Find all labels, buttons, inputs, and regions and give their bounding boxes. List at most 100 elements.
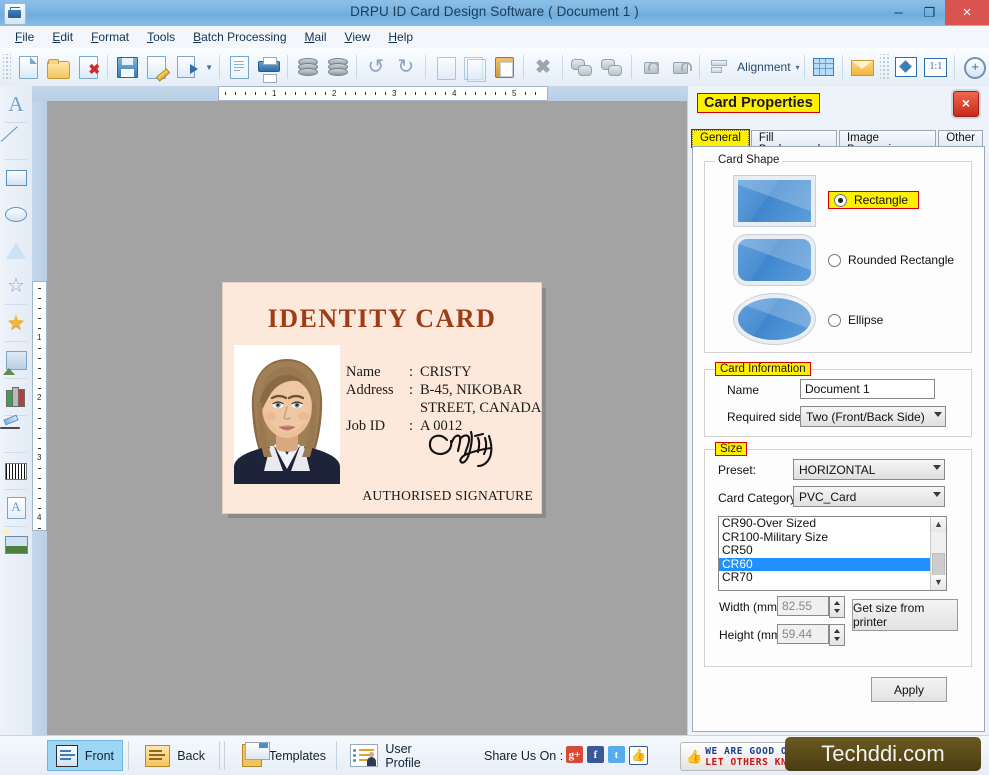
toolbar-grip[interactable] [880, 54, 888, 80]
width-stepper[interactable] [829, 596, 845, 618]
list-item-selected[interactable]: CR60 [719, 558, 946, 572]
twitter-icon[interactable]: t [608, 746, 625, 763]
watermark-tool-icon[interactable]: A [0, 490, 32, 526]
ellipse-radio[interactable] [828, 314, 841, 327]
menu-item-view[interactable]: View [336, 28, 380, 46]
signature-tool-icon[interactable] [0, 416, 32, 452]
page-setup-icon[interactable] [225, 52, 253, 82]
height-input[interactable]: 59.44 [777, 624, 829, 644]
undo-icon[interactable]: ↺ [362, 52, 390, 82]
id-card-preview[interactable]: IDENTITY CARD [222, 282, 542, 514]
rectangle-radio[interactable] [834, 194, 847, 207]
rectangle-radio-row[interactable]: Rectangle [828, 191, 919, 209]
tab-general[interactable]: General [692, 130, 749, 147]
scroll-down-icon[interactable]: ▼ [931, 575, 946, 590]
panel-close-button[interactable]: × [953, 91, 979, 117]
print-icon[interactable] [254, 52, 282, 82]
database-icon[interactable] [293, 52, 321, 82]
design-canvas[interactable]: IDENTITY CARD [47, 101, 688, 736]
background-tool-icon[interactable] [0, 527, 32, 563]
barcode-tool-icon[interactable] [0, 453, 32, 489]
grid-icon[interactable] [809, 52, 837, 82]
card-photo[interactable] [234, 345, 340, 484]
width-input[interactable]: 82.55 [777, 596, 829, 616]
actual-size-icon[interactable]: 1:1 [921, 52, 949, 82]
list-item[interactable]: CR100-Military Size [719, 531, 946, 545]
export-dropdown-arrow-icon[interactable]: ▼ [203, 52, 214, 82]
toolbar-grip[interactable] [3, 54, 11, 80]
rectangle-tool-icon[interactable] [0, 160, 32, 196]
bottom-item-front[interactable]: Front [47, 740, 123, 771]
tab-fill-background[interactable]: Fill Background [751, 130, 837, 147]
list-item[interactable]: CR70 [719, 571, 946, 585]
ellipse-tool-icon[interactable] [0, 196, 32, 232]
library-tool-icon[interactable] [0, 379, 32, 415]
database-table-icon[interactable] [323, 52, 351, 82]
height-stepper[interactable] [829, 624, 845, 646]
google-plus-icon[interactable]: g+ [566, 746, 583, 763]
menu-item-help[interactable]: Help [379, 28, 422, 46]
ungroup-icon[interactable] [598, 52, 626, 82]
chevron-down-icon[interactable] [933, 492, 941, 497]
menu-item-edit[interactable]: Edit [43, 28, 82, 46]
redo-icon[interactable]: ↻ [392, 52, 420, 82]
bottom-item-user-profile[interactable]: User Profile [342, 740, 457, 771]
alignment-label[interactable]: Alignment [734, 60, 793, 74]
list-item[interactable]: CR90-Over Sized [719, 517, 946, 531]
rectangle-shape-preview[interactable] [738, 180, 811, 222]
bottom-item-back[interactable]: Back [137, 740, 213, 771]
ellipse-radio-row[interactable]: Ellipse [828, 313, 883, 327]
fit-to-window-icon[interactable] [892, 52, 920, 82]
alignment-dropdown-icon[interactable]: ▾ [796, 63, 800, 72]
close-button[interactable]: × [945, 0, 989, 25]
preset-combo[interactable]: HORIZONTAL [793, 459, 945, 480]
save-as-icon[interactable] [143, 52, 171, 82]
new-document-icon[interactable] [14, 52, 42, 82]
facebook-icon[interactable]: f [587, 746, 604, 763]
lock-icon[interactable] [637, 52, 665, 82]
copy-icon[interactable] [460, 52, 488, 82]
delete-icon[interactable]: ✖ [529, 52, 557, 82]
list-item[interactable]: CR50 [719, 544, 946, 558]
rounded-rectangle-radio[interactable] [828, 254, 841, 267]
line-tool-icon[interactable] [0, 123, 32, 159]
card-size-listbox[interactable]: CR90-Over Sized CR100-Military Size CR50… [718, 516, 947, 591]
card-name-input[interactable]: Document 1 [800, 379, 935, 399]
image-tool-icon[interactable] [0, 342, 32, 378]
alignment-icon[interactable] [705, 52, 733, 82]
required-sides-combo[interactable]: Two (Front/Back Side) [800, 406, 946, 427]
triangle-tool-icon[interactable] [0, 232, 32, 268]
menu-item-mail[interactable]: Mail [296, 28, 336, 46]
cut-icon[interactable] [431, 52, 459, 82]
menu-item-format[interactable]: Format [82, 28, 138, 46]
zoom-in-icon[interactable]: + [960, 52, 988, 82]
get-size-from-printer-button[interactable]: Get size from printer [852, 599, 958, 631]
tab-other[interactable]: Other [938, 130, 983, 147]
unlock-icon[interactable] [667, 52, 695, 82]
maximize-button[interactable]: ❐ [914, 0, 945, 25]
apply-button[interactable]: Apply [871, 677, 947, 702]
ellipse-shape-preview[interactable] [738, 298, 811, 340]
export-icon[interactable] [173, 52, 201, 82]
like-icon[interactable]: 👍 [629, 746, 648, 765]
listbox-scrollbar[interactable]: ▲ ▼ [930, 517, 946, 590]
text-tool-icon[interactable]: A [0, 86, 32, 122]
chevron-down-icon[interactable] [933, 465, 941, 470]
card-category-combo[interactable]: PVC_Card [793, 486, 945, 507]
menu-item-tools[interactable]: Tools [138, 28, 184, 46]
signature-image[interactable] [421, 422, 517, 468]
chevron-down-icon[interactable] [934, 412, 942, 417]
mail-icon[interactable] [848, 52, 876, 82]
paste-icon[interactable] [490, 52, 518, 82]
rounded-rectangle-shape-preview[interactable] [738, 239, 811, 281]
group-icon[interactable] [568, 52, 596, 82]
menu-item-file[interactable]: File [6, 28, 43, 46]
menu-item-batch-processing[interactable]: Batch Processing [184, 28, 295, 46]
open-folder-icon[interactable] [44, 52, 72, 82]
star-tool-icon[interactable]: ☆ [0, 268, 32, 304]
tab-image-processing[interactable]: Image Processing [839, 130, 936, 147]
save-icon[interactable] [113, 52, 141, 82]
scroll-up-icon[interactable]: ▲ [931, 517, 946, 532]
close-document-icon[interactable]: ✖ [74, 52, 102, 82]
shape-star-tool-icon[interactable]: ★ [0, 305, 32, 341]
